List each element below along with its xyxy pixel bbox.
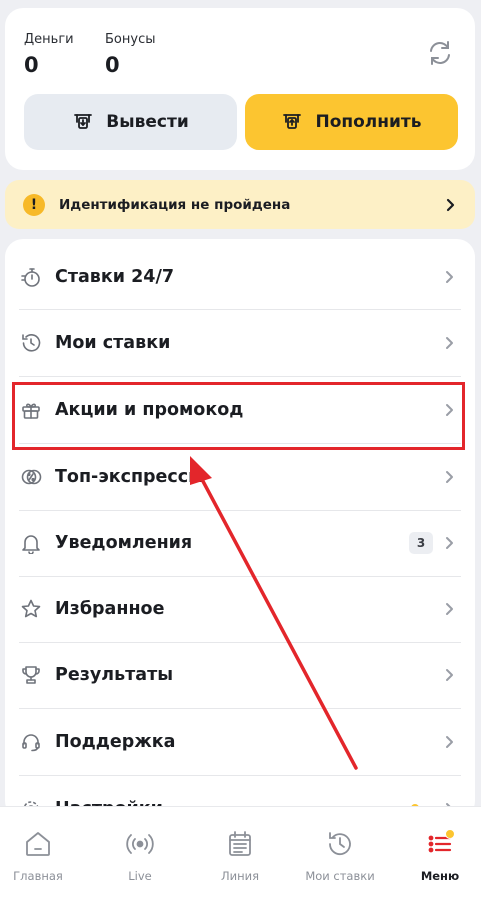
- tab-home[interactable]: Главная: [0, 807, 86, 900]
- menu-item-label: Результаты: [55, 665, 174, 685]
- menu-item-label: Избранное: [55, 599, 165, 619]
- bottom-tab-bar: Главная Live Линия Мои ставки Меню: [0, 806, 481, 900]
- money-value: 0: [24, 53, 39, 77]
- star-icon: [19, 597, 43, 621]
- warning-icon: !: [23, 193, 45, 216]
- chevron-right-icon: [446, 271, 453, 283]
- tab-live[interactable]: Live: [92, 807, 188, 900]
- bonus-label: Бонусы: [105, 32, 156, 47]
- deposit-label: Пополнить: [315, 112, 422, 132]
- tab-label: Мои ставки: [305, 869, 375, 883]
- withdraw-label: Вывести: [106, 112, 189, 132]
- menu-item-results[interactable]: Результаты: [5, 642, 475, 708]
- menu-item-label: Ставки 24/7: [55, 267, 175, 287]
- balance-card: Деньги 0 Бонусы 0 Вывести Пополнить: [5, 8, 475, 170]
- menu-item-label: Поддержка: [55, 732, 176, 752]
- withdraw-button[interactable]: Вывести: [24, 94, 237, 150]
- chevron-right-icon: [446, 471, 453, 483]
- tab-label: Главная: [13, 869, 63, 883]
- money-label: Деньги: [24, 32, 74, 47]
- menu-item-bets-24-7[interactable]: Ставки 24/7: [5, 244, 475, 310]
- notice-text: Идентификация не пройдена: [59, 196, 291, 213]
- tab-label: Линия: [220, 869, 260, 883]
- chevron-right-icon: [446, 337, 453, 349]
- chevron-right-icon: [446, 537, 453, 549]
- home-icon: [26, 832, 50, 856]
- history-icon: [329, 832, 351, 856]
- headset-icon: [19, 730, 43, 754]
- deposit-button[interactable]: Пополнить: [245, 94, 458, 150]
- menu-item-top-express[interactable]: Топ-экспрессы: [5, 444, 475, 510]
- menu-dot-indicator: [445, 829, 455, 839]
- broadcast-icon: [126, 834, 154, 854]
- menu-item-label: Мои ставки: [55, 333, 171, 353]
- history-icon: [19, 331, 43, 355]
- bonus-balance: Бонусы 0: [105, 32, 155, 77]
- notification-count-badge: 3: [409, 532, 433, 554]
- gift-icon: [19, 398, 43, 422]
- menu-item-notifications[interactable]: Уведомления 3: [5, 510, 475, 576]
- deposit-icon: [283, 114, 302, 129]
- bonus-value: 0: [105, 53, 120, 77]
- tab-line[interactable]: Линия: [192, 807, 288, 900]
- bell-icon: [19, 531, 43, 555]
- menu-item-promotions[interactable]: Акции и промокод: [5, 377, 475, 443]
- chevron-right-icon: [446, 603, 453, 615]
- tab-label: Live: [128, 869, 152, 883]
- chevron-right-icon: [446, 736, 453, 748]
- refresh-icon[interactable]: [425, 38, 455, 68]
- withdraw-icon: [74, 114, 93, 129]
- menu-item-support[interactable]: Поддержка: [5, 709, 475, 775]
- chevron-right-icon: [446, 198, 455, 211]
- stopwatch-icon: [19, 265, 43, 289]
- menu-list: Ставки 24/7 Мои ставки Акции и промокод …: [5, 239, 475, 819]
- percent-ticket-icon: [19, 465, 43, 489]
- money-balance: Деньги 0: [24, 32, 74, 77]
- list-calendar-icon: [229, 831, 251, 856]
- menu-item-label: Топ-экспрессы: [55, 467, 204, 487]
- trophy-icon: [19, 663, 43, 687]
- chevron-right-icon: [446, 404, 453, 416]
- chevron-right-icon: [446, 669, 453, 681]
- menu-item-my-bets[interactable]: Мои ставки: [5, 310, 475, 376]
- identification-notice[interactable]: ! Идентификация не пройдена: [5, 180, 475, 229]
- tab-my-bets[interactable]: Мои ставки: [292, 807, 388, 900]
- tab-menu[interactable]: Меню: [392, 807, 481, 900]
- menu-item-favorites[interactable]: Избранное: [5, 576, 475, 642]
- tab-label: Меню: [420, 869, 460, 883]
- menu-item-label: Акции и промокод: [55, 400, 244, 420]
